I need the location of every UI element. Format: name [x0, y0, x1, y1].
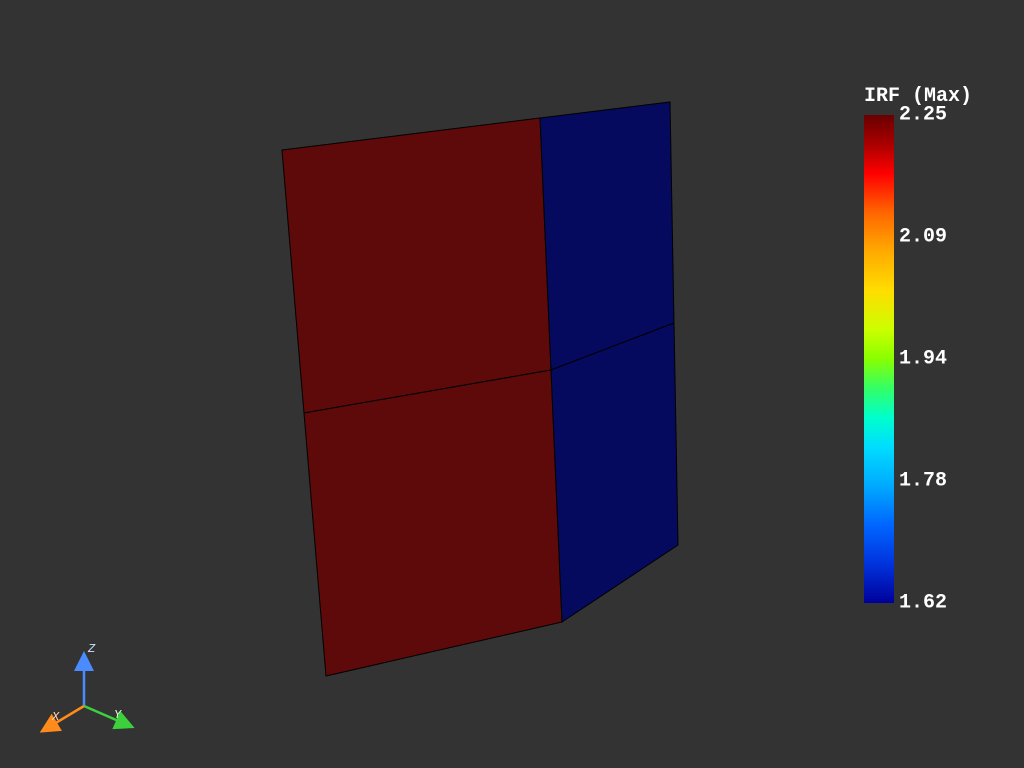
- legend-ticks: 2.25 2.09 1.94 1.78 1.62: [899, 115, 979, 603]
- axis-y-label: Y: [114, 708, 122, 722]
- legend-tick-max: 2.25: [899, 104, 947, 127]
- viewport-3d[interactable]: IRF (Max) 2.25 2.09 1.94 1.78 1.62 Z: [0, 0, 1024, 768]
- axis-x-label: X: [51, 710, 60, 724]
- legend-tick-2: 1.94: [899, 348, 947, 371]
- element-bottom-left: [304, 370, 562, 676]
- legend-tick-1: 1.78: [899, 470, 947, 493]
- element-top-left: [282, 118, 551, 413]
- element-bottom-right: [551, 323, 678, 622]
- legend-tick-min: 1.62: [899, 592, 947, 615]
- color-legend: IRF (Max) 2.25 2.09 1.94 1.78 1.62: [864, 85, 1004, 625]
- axis-y: [84, 706, 130, 726]
- legend-colorbar: [864, 115, 894, 603]
- element-top-right: [540, 102, 674, 370]
- axis-z-label: Z: [87, 642, 96, 656]
- legend-tick-3: 2.09: [899, 226, 947, 249]
- axis-x: [44, 706, 84, 730]
- axis-triad[interactable]: Z Y X: [22, 626, 142, 746]
